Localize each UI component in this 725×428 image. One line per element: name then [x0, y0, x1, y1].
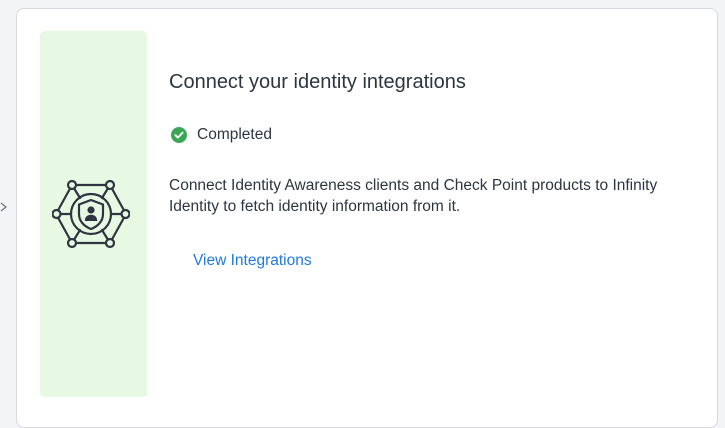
view-integrations-link[interactable]: View Integrations: [193, 252, 312, 270]
card-title: Connect your identity integrations: [169, 71, 466, 93]
connector-arrow-icon: [0, 202, 7, 212]
identity-network-icon: [52, 179, 130, 249]
check-circle-icon: [171, 127, 187, 143]
status-label: Completed: [197, 126, 272, 143]
identity-integrations-card: Connect your identity integrations Compl…: [16, 8, 718, 428]
status-indicator: Completed: [171, 126, 272, 144]
card-description: Connect Identity Awareness clients and C…: [169, 177, 658, 215]
